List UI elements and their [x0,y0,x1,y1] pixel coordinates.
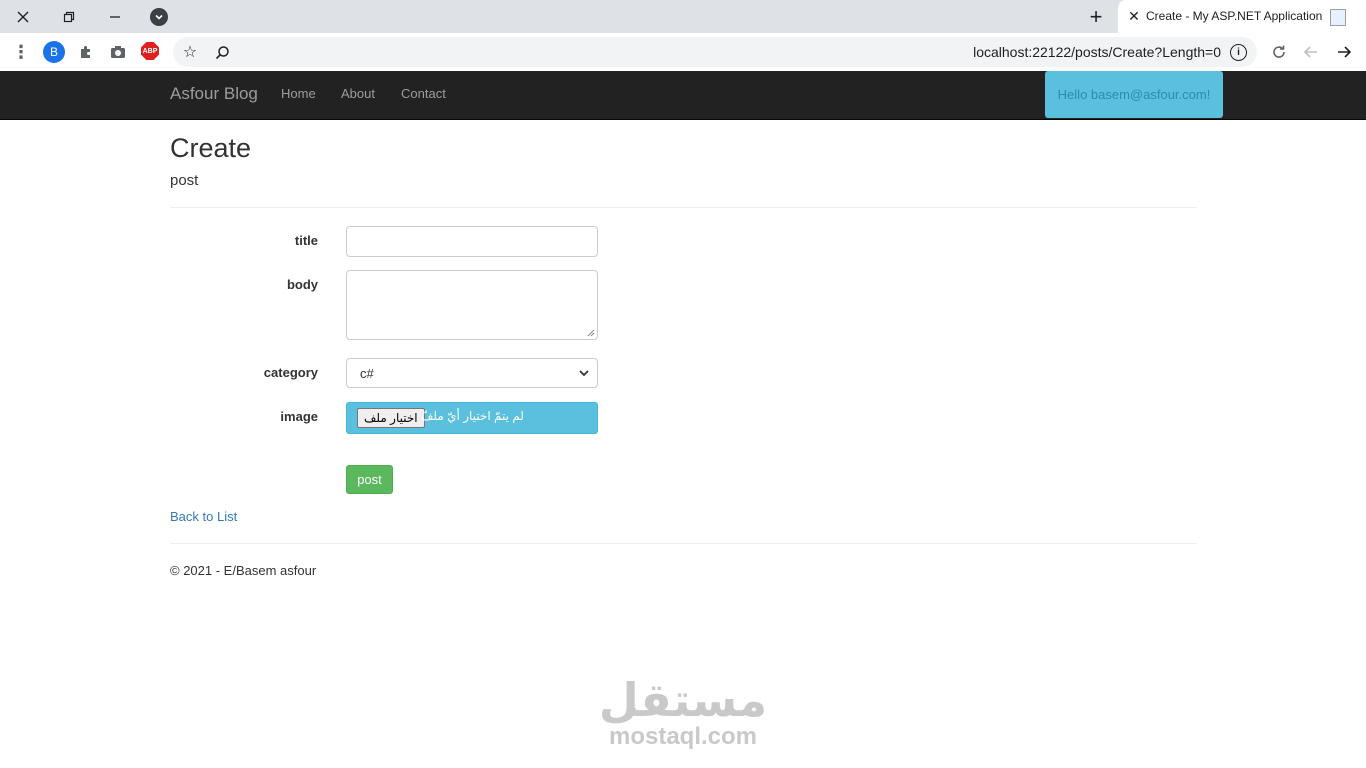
browser-toolbar: ⋮ B ABP ☆ localhost:22122/posts/Create?L… [0,33,1366,72]
nav-link-home[interactable]: Home [281,86,316,101]
category-select[interactable]: c# [346,358,598,388]
address-bar[interactable]: ☆ localhost:22122/posts/Create?Length=0 … [173,37,1257,67]
browser-tabstrip: + ✕ Create - My ASP.NET Application [0,0,1366,33]
tab-search-icon[interactable] [150,8,168,26]
forward-icon[interactable] [1333,41,1355,63]
active-tab[interactable]: ✕ Create - My ASP.NET Application [1118,0,1366,33]
divider [170,207,1197,208]
close-icon[interactable] [0,0,46,33]
site-navbar: Asfour Blog Home About Contact Hello bas… [0,71,1366,120]
camera-icon[interactable] [107,41,129,63]
adblock-icon[interactable]: ABP [141,42,159,60]
back-to-list-link[interactable]: Back to List [170,509,237,524]
url-text[interactable]: localhost:22122/posts/Create?Length=0 [973,44,1221,60]
footer-text: © 2021 - E/Basem asfour [170,563,317,578]
title-input[interactable] [346,226,598,257]
category-label: category [263,365,318,380]
body-label: body [286,277,318,292]
watermark-arabic: مستقل [598,674,768,726]
chevron-down-icon [578,367,590,382]
info-icon[interactable]: i [1230,44,1247,61]
title-label: title [294,233,318,248]
tab-title: Create - My ASP.NET Application [1146,9,1323,23]
category-selected-value: c# [360,365,374,381]
profile-avatar[interactable]: B [43,41,65,63]
restore-icon[interactable] [46,0,92,33]
tab-close-icon[interactable]: ✕ [1126,8,1142,24]
page-title: Create [170,133,252,163]
resize-handle-icon[interactable] [587,329,595,337]
image-label: image [280,409,318,424]
page-favicon-icon [1330,9,1346,26]
nav-link-contact[interactable]: Contact [401,86,446,101]
extensions-icon[interactable] [75,41,97,63]
reload-icon[interactable] [1268,41,1290,63]
back-icon[interactable] [1300,41,1322,63]
image-file-input[interactable]: اختيار ملف لم يتمّ اختيار أيّ ملفّ [346,402,598,434]
zoom-icon[interactable] [211,41,233,63]
choose-file-button[interactable]: اختيار ملف [357,408,425,428]
watermark-latin: mostaql.com [608,723,758,750]
body-textarea[interactable] [346,270,598,340]
user-greeting-link[interactable]: Hello basem@asfour.com! [1045,71,1223,118]
footer-divider [170,543,1197,544]
page-subtitle: post [170,172,199,189]
brand-link[interactable]: Asfour Blog [170,84,258,104]
nav-link-about[interactable]: About [341,86,375,101]
post-submit-button[interactable]: post [346,465,393,494]
new-tab-icon[interactable]: + [1082,4,1110,30]
file-status-text: لم يتمّ اختيار أيّ ملفّ [421,409,524,423]
star-icon[interactable]: ☆ [179,41,201,63]
watermark-logo: مستقل mostaql.com [598,676,768,750]
minimize-icon[interactable] [92,0,138,33]
menu-icon[interactable]: ⋮ [10,41,32,63]
